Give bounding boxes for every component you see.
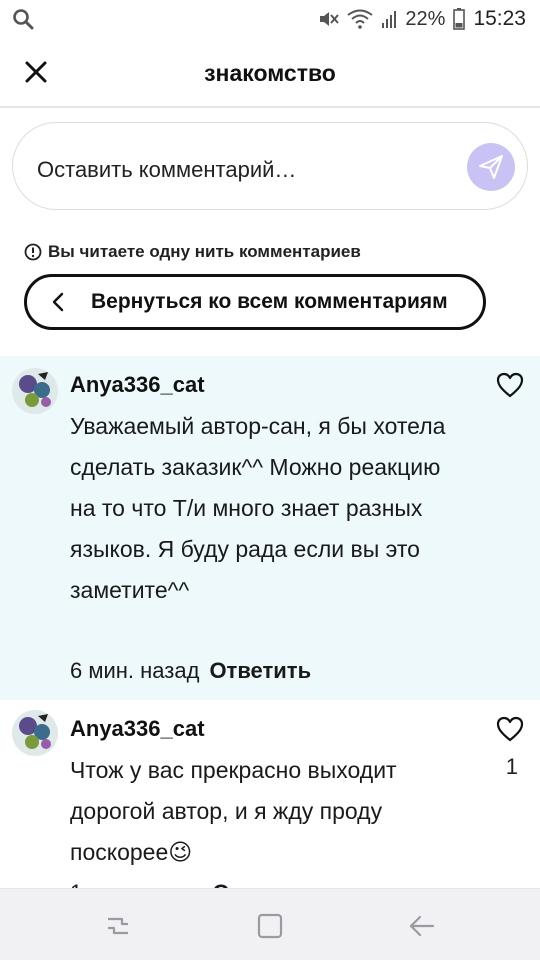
avatar-image [12, 368, 58, 414]
comment-text: Уважаемый автор-сан, я бы хотела сделать… [70, 413, 446, 603]
comment: Anya336_cat Чтож у вас прекрасно выходит… [0, 700, 540, 888]
home-icon[interactable] [256, 913, 284, 939]
battery-icon [453, 8, 466, 30]
like-count: 1 [505, 754, 518, 779]
app-header: знакомство [0, 38, 540, 108]
chevron-left-icon [52, 292, 64, 312]
like-heart-icon[interactable] [496, 716, 524, 742]
system-nav-bar [0, 888, 540, 960]
back-icon[interactable] [408, 913, 436, 939]
page-title: знакомство [204, 60, 336, 86]
comment-meta: 1 день назад Ответить [70, 880, 314, 888]
comment-time: 1 день назад [70, 880, 202, 888]
comment-author[interactable]: Anya336_cat [70, 372, 205, 398]
clock: 15:23 [473, 7, 526, 30]
info-icon [24, 243, 42, 261]
comment-text: Чтож у вас прекрасно выходит дорогой авт… [70, 757, 397, 865]
like-heart-icon[interactable] [496, 372, 524, 398]
battery-percent: 22% [405, 7, 446, 30]
comment: Anya336_cat Уважаемый автор-сан, я бы хо… [0, 356, 540, 700]
send-icon [479, 155, 503, 179]
avatar[interactable] [12, 710, 58, 756]
recent-apps-icon[interactable] [104, 913, 132, 939]
reply-button[interactable]: Ответить [212, 880, 314, 888]
thread-notice-text: Вы читаете одну нить комментариев [48, 242, 361, 261]
wifi-icon [347, 9, 374, 29]
comment-meta: 6 мин. назад Ответить [70, 658, 311, 684]
back-button-label: Вернуться ко всем комментариям [91, 290, 448, 313]
thread-notice: Вы читаете одну нить комментариев [24, 242, 361, 262]
send-button[interactable] [467, 143, 515, 191]
search-icon[interactable] [12, 8, 34, 30]
reply-button[interactable]: Ответить [209, 658, 311, 683]
comment-input-placeholder: Оставить комментарий… [37, 157, 297, 182]
mute-icon [320, 12, 340, 26]
signal-icon [382, 11, 397, 28]
avatar[interactable] [12, 368, 58, 414]
comment-input[interactable]: Оставить комментарий… [12, 122, 528, 210]
avatar-image [12, 710, 58, 756]
comment-author[interactable]: Anya336_cat [70, 716, 205, 742]
comment-time: 6 мин. назад [70, 658, 200, 683]
back-to-all-comments-button[interactable]: Вернуться ко всем комментариям [24, 274, 486, 330]
status-bar: 22% 15:23 [0, 0, 540, 38]
